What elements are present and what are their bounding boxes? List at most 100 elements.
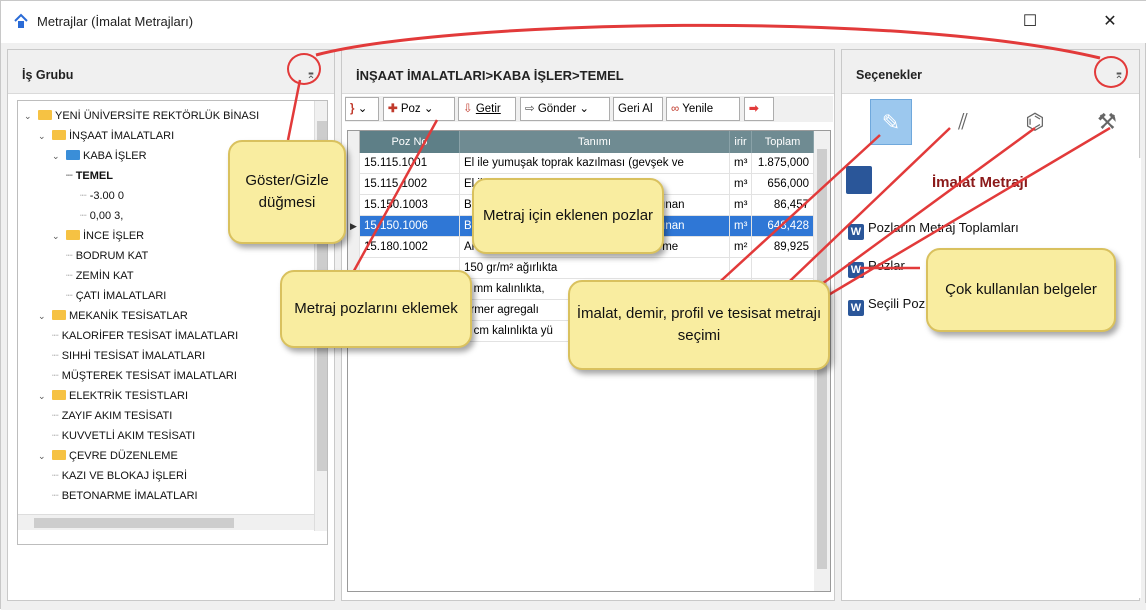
gonder-button[interactable]: ⇨ Gönder ⌄	[520, 97, 610, 121]
cell-poz: 15.150.1006	[360, 216, 460, 237]
chevron-down-icon: ⌄	[579, 103, 590, 115]
tree-connector: ┈	[52, 330, 62, 342]
tree-node-label: ZEMİN KAT	[75, 270, 134, 282]
expand-icon[interactable]: ⌄	[52, 147, 64, 165]
expand-icon[interactable]: ⌄	[52, 227, 64, 245]
cell-birim: m³	[730, 195, 752, 216]
imalat-metraj-tab-icon[interactable]: ✎	[870, 99, 912, 145]
col-poz-no[interactable]: Poz No	[360, 131, 460, 153]
demir-metraj-tab-icon[interactable]: ⫽	[942, 99, 984, 145]
secenekler-title: Seçenekler	[856, 68, 923, 82]
tree-node-label: KUVVETLİ AKIM TESİSATI	[61, 430, 196, 442]
cell-birim: m²	[730, 237, 752, 258]
geri-al-button[interactable]: Geri Al	[613, 97, 663, 121]
tree-connector: ┈	[52, 490, 62, 502]
tree-connector: ┈	[52, 430, 62, 442]
cell-toplam: 1.875,000	[752, 153, 814, 174]
tree-node[interactable]: ┈ BETONARME İMALATLARI	[52, 487, 198, 505]
tree-node[interactable]: ┈ KUVVETLİ AKIM TESİSATI	[52, 427, 195, 445]
getir-button[interactable]: ⇩ Getir	[458, 97, 516, 121]
tree-connector: ┈	[80, 210, 90, 222]
tree-horizontal-scrollbar[interactable]	[18, 514, 314, 530]
tree-node-label: MEKANİK TESİSATLAR	[69, 310, 188, 322]
tree-node-label: İNCE İŞLER	[83, 230, 145, 242]
poz-button[interactable]: ✚ Poz ⌄	[383, 97, 455, 121]
is-grubu-title: İş Grubu	[22, 68, 74, 82]
tree-node[interactable]: ⌄ YENİ ÜNİVERSİTE REKTÖRLÜK BİNASI	[24, 107, 259, 125]
tree-node-label: -3.00 0	[89, 190, 124, 202]
bracket-menu-button[interactable]: } ⌄	[345, 97, 379, 121]
tree-node[interactable]: ⌄ İNŞAAT İMALATLARI	[38, 127, 174, 145]
profil-metraj-tab-icon[interactable]: ⌬	[1014, 99, 1056, 145]
tree-node[interactable]: ┈ -3.00 0	[80, 187, 124, 205]
cell-poz: 15.180.1002	[360, 237, 460, 258]
tree-node-label: SIHHİ TESİSAT İMALATLARI	[61, 350, 206, 362]
tree-node-label: ÇEVRE DÜZENLEME	[69, 450, 178, 462]
tree-connector: ┈	[80, 190, 90, 202]
tree-node[interactable]: ┈ ÇATI İMALATLARI	[66, 287, 166, 305]
tree-node[interactable]: ⌄ MEKANİK TESİSATLAR	[38, 307, 188, 325]
tree-node-label: ZAYIF AKIM TESİSATI	[61, 410, 173, 422]
word-icon: W	[848, 300, 864, 316]
tree-node[interactable]: ⌄ ÇEVRE DÜZENLEME	[38, 447, 178, 465]
poz-label: Poz	[400, 103, 421, 115]
tree-node[interactable]: ┈ SIHHİ TESİSAT İMALATLARI	[52, 347, 205, 365]
next-arrow-button[interactable]: ➡	[744, 97, 774, 121]
belge-item[interactable]: W Pozlar	[848, 256, 905, 278]
folder-icon	[66, 150, 80, 160]
tree-node[interactable]: ┈ TEMEL	[66, 167, 113, 185]
getir-icon: ⇩	[463, 103, 473, 115]
tree-node[interactable]: ┈ BODRUM KAT	[66, 247, 148, 265]
tree-node[interactable]: ⌄ ELEKTRİK TESİSTLARI	[38, 387, 188, 405]
tree-node[interactable]: ┈ 0,00 3,	[80, 207, 123, 225]
expand-icon[interactable]: ⌄	[38, 127, 50, 145]
right-pin-highlight	[1094, 56, 1128, 88]
row-indicator	[348, 195, 360, 216]
tree-node-label: İNŞAAT İMALATLARI	[69, 130, 175, 142]
close-button[interactable]: ✕	[1087, 7, 1133, 37]
tree-connector: ┈	[52, 470, 62, 482]
col-toplam[interactable]: Toplam	[752, 131, 814, 153]
col-tanimi[interactable]: Tanımı	[460, 131, 730, 153]
tree-node-label: MÜŞTEREK TESİSAT İMALATLARI	[61, 370, 237, 382]
expand-icon[interactable]: ⌄	[38, 447, 50, 465]
word-icon: W	[848, 224, 864, 240]
tesisat-metraj-tab-icon[interactable]: ⚒	[1086, 99, 1128, 145]
send-icon: ⇨	[525, 103, 535, 115]
expand-icon[interactable]: ⌄	[24, 107, 36, 125]
tree-node[interactable]: ┈ MÜŞTEREK TESİSAT İMALATLARI	[52, 367, 237, 385]
tree-node[interactable]: ⌄ KABA İŞLER	[52, 147, 147, 165]
folder-icon	[52, 450, 66, 460]
col-birim[interactable]: irir	[730, 131, 752, 153]
is-grubu-header: İş Grubu ⌆	[8, 50, 334, 94]
expand-icon[interactable]: ⌄	[38, 307, 50, 325]
expand-icon[interactable]: ⌄	[38, 387, 50, 405]
tree-node-label: TEMEL	[75, 170, 113, 182]
callout-cok-kullanilan: Çok kullanılan belgeler	[926, 248, 1116, 332]
belge-item[interactable]: W Pozların Metraj Toplamları	[848, 218, 1019, 240]
cell-birim: m³	[730, 216, 752, 237]
cell-birim: m³	[730, 174, 752, 195]
tree-node-label: BODRUM KAT	[75, 250, 149, 262]
folder-icon	[52, 310, 66, 320]
table-row[interactable]: 15.115.1001 El ile yumuşak toprak kazılma…	[348, 153, 814, 174]
tree-node[interactable]: ┈ KAZI VE BLOKAJ İŞLERİ	[52, 467, 187, 485]
geri-al-label: Geri Al	[618, 103, 653, 115]
cell-birim: m³	[730, 153, 752, 174]
tree-node[interactable]: ┈ ZEMİN KAT	[66, 267, 134, 285]
cell-toplam: 89,925	[752, 237, 814, 258]
callout-goster-gizle: Göster/Gizle düğmesi	[228, 140, 346, 244]
belge-label: Pozlar	[868, 258, 905, 273]
callout-metraj-icin: Metraj için eklenen pozlar	[472, 178, 664, 254]
yenile-label: Yenile	[682, 103, 714, 115]
grid-header: Poz No Tanımı irir Toplam	[348, 131, 814, 153]
row-indicator	[348, 174, 360, 195]
title-bar: Metrajlar (İmalat Metrajları) ☐ ✕	[1, 1, 1146, 43]
yenile-button[interactable]: ∞ Yenile	[666, 97, 740, 121]
tree-node[interactable]: ┈ KALORİFER TESİSAT İMALATLARI	[52, 327, 238, 345]
maximize-button[interactable]: ☐	[1007, 7, 1053, 37]
tree-node[interactable]: ⌄ İNCE İŞLER	[52, 227, 144, 245]
tree-node[interactable]: ┈ ZAYIF AKIM TESİSATI	[52, 407, 172, 425]
bracket-icon: }	[350, 103, 355, 115]
tree-node-label: KABA İŞLER	[83, 150, 147, 162]
